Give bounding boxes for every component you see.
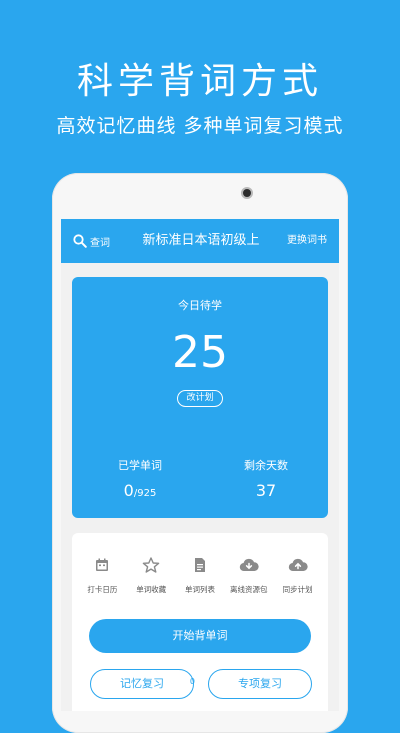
learned-count: 0 [123, 481, 134, 500]
search-button[interactable]: 查词 [73, 231, 110, 251]
remaining-days-label: 剩余天数 [244, 459, 288, 472]
start-learning-button[interactable]: 开始背单词 [89, 619, 311, 653]
learned-words-value: 0/925 [100, 481, 180, 500]
promo-headline: 科学背词方式 [76, 61, 323, 102]
special-review-button[interactable]: 专项复习 [208, 669, 312, 699]
study-stats-card: 今日待学 25 改计划 已学单词 剩余天数 0/925 37 [72, 277, 328, 518]
cloud-download-icon [239, 558, 259, 572]
cloud-upload-icon [288, 558, 308, 572]
tool-bar: 打卡日历 单词收藏 单词列表 离线资源包 同步计划 [72, 557, 328, 597]
change-book-button[interactable]: 更换词书 [287, 219, 327, 263]
camera-icon [241, 187, 253, 199]
remaining-days-value: 37 [255, 481, 277, 500]
book-title: 新标准日本语初级上 [142, 233, 260, 248]
memory-review-count: 0 [189, 677, 195, 686]
today-label: 今日待学 [178, 299, 222, 312]
tool-label: 打卡日历 [87, 585, 118, 594]
learned-total: /925 [133, 488, 157, 499]
search-icon [73, 234, 87, 248]
tool-offline-pack[interactable]: 离线资源包 [225, 557, 273, 597]
tool-label: 同步计划 [282, 585, 313, 594]
learned-words-label: 已学单词 [118, 459, 162, 472]
tool-checkin-calendar[interactable]: 打卡日历 [78, 557, 126, 597]
app-bar: 查词 新标准日本语初级上 更换词书 [61, 219, 339, 263]
document-icon [194, 558, 205, 572]
search-label: 查词 [90, 237, 110, 249]
app-screen: 查词 新标准日本语初级上 更换词书 今日待学 25 改计划 已学单词 剩余天数 … [61, 219, 339, 711]
tool-word-list[interactable]: 单词列表 [176, 557, 224, 597]
calendar-icon [96, 558, 109, 571]
memory-review-button[interactable]: 记忆复习 0 [90, 669, 195, 699]
star-icon [142, 557, 160, 573]
tool-label: 单词收藏 [136, 585, 167, 594]
edit-plan-button[interactable]: 改计划 [177, 390, 223, 407]
today-count: 25 [172, 327, 228, 378]
promo-subline: 高效记忆曲线 多种单词复习模式 [56, 115, 344, 137]
tool-label: 单词列表 [184, 585, 215, 594]
tool-label: 离线资源包 [230, 585, 268, 594]
tool-sync-plan[interactable]: 同步计划 [274, 557, 322, 597]
actions-card: 打卡日历 单词收藏 单词列表 离线资源包 同步计划 开始背单词 记忆复习 0 专… [72, 533, 328, 711]
memory-review-label: 记忆复习 [120, 677, 164, 690]
tool-word-favorites[interactable]: 单词收藏 [127, 557, 175, 597]
